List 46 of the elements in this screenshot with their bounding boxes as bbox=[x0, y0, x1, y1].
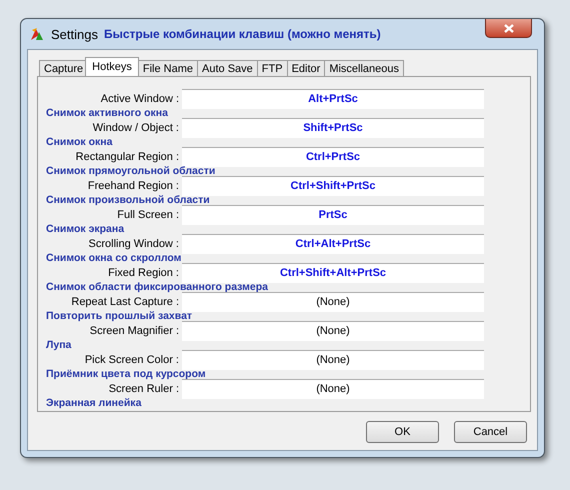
hotkey-label: Screen Ruler : bbox=[108, 383, 180, 395]
hotkey-caption: Приёмник цвета под курсором bbox=[46, 370, 206, 379]
hotkey-field[interactable]: Ctrl+PrtSc bbox=[182, 147, 484, 167]
hotkey-caption: Снимок прямоугольной области bbox=[46, 167, 216, 176]
hotkey-label: Repeat Last Capture : bbox=[70, 296, 180, 308]
hotkey-caption: Снимок окна bbox=[46, 138, 112, 147]
tab[interactable]: Auto Save bbox=[197, 60, 258, 76]
hotkey-label: Screen Magnifier : bbox=[88, 325, 180, 337]
hotkey-caption: Снимок активного окна bbox=[46, 109, 168, 118]
hotkey-field[interactable]: (None) bbox=[182, 292, 484, 312]
tab[interactable]: File Name bbox=[138, 60, 198, 76]
close-button[interactable] bbox=[485, 19, 532, 38]
tab[interactable]: Editor bbox=[286, 60, 326, 76]
hotkey-caption: Снимок области фиксированного размера bbox=[46, 283, 268, 292]
hotkey-field[interactable]: Shift+PrtSc bbox=[182, 118, 484, 138]
hotkey-caption: Лупа bbox=[46, 341, 72, 350]
hotkey-field[interactable]: (None) bbox=[182, 379, 484, 399]
hotkey-field[interactable]: Alt+PrtSc bbox=[182, 89, 484, 109]
hotkey-label: Fixed Region : bbox=[107, 267, 180, 279]
hotkey-field[interactable]: Ctrl+Alt+PrtSc bbox=[182, 234, 484, 254]
hotkey-label: Window / Object : bbox=[92, 122, 180, 134]
hotkey-caption: Снимок произвольной области bbox=[46, 196, 210, 205]
hotkey-field[interactable]: PrtSc bbox=[182, 205, 484, 225]
hotkey-caption: Экранная линейка bbox=[46, 399, 142, 408]
hotkey-field[interactable]: (None) bbox=[182, 350, 484, 370]
cancel-button[interactable]: Cancel bbox=[454, 421, 527, 443]
hotkey-label: Scrolling Window : bbox=[88, 238, 180, 250]
hotkey-label: Active Window : bbox=[100, 93, 180, 105]
window-title: Settings bbox=[51, 26, 98, 42]
hotkey-field[interactable]: (None) bbox=[182, 321, 484, 341]
hotkey-label: Pick Screen Color : bbox=[84, 354, 180, 366]
hotkey-caption: Повторить прошлый захват bbox=[46, 312, 192, 321]
hotkey-caption: Снимок окна со скроллом bbox=[46, 254, 182, 263]
hotkey-label: Freehand Region : bbox=[86, 180, 180, 192]
tab[interactable]: Miscellaneous bbox=[324, 60, 404, 76]
close-icon bbox=[504, 24, 514, 32]
hotkey-caption: Снимок экрана bbox=[46, 225, 124, 234]
tab[interactable]: FTP bbox=[256, 60, 288, 76]
hotkey-field[interactable]: Ctrl+Shift+Alt+PrtSc bbox=[182, 263, 484, 283]
tab[interactable]: Hotkeys bbox=[85, 57, 139, 76]
ok-button[interactable]: OK bbox=[366, 421, 439, 443]
hotkey-field[interactable]: Ctrl+Shift+PrtSc bbox=[182, 176, 484, 196]
window-subtitle: Быстрые комбинации клавиш (можно менять) bbox=[104, 27, 381, 41]
app-logo-icon bbox=[29, 26, 45, 42]
hotkey-label: Full Screen : bbox=[116, 209, 180, 221]
hotkey-label: Rectangular Region : bbox=[74, 151, 180, 163]
